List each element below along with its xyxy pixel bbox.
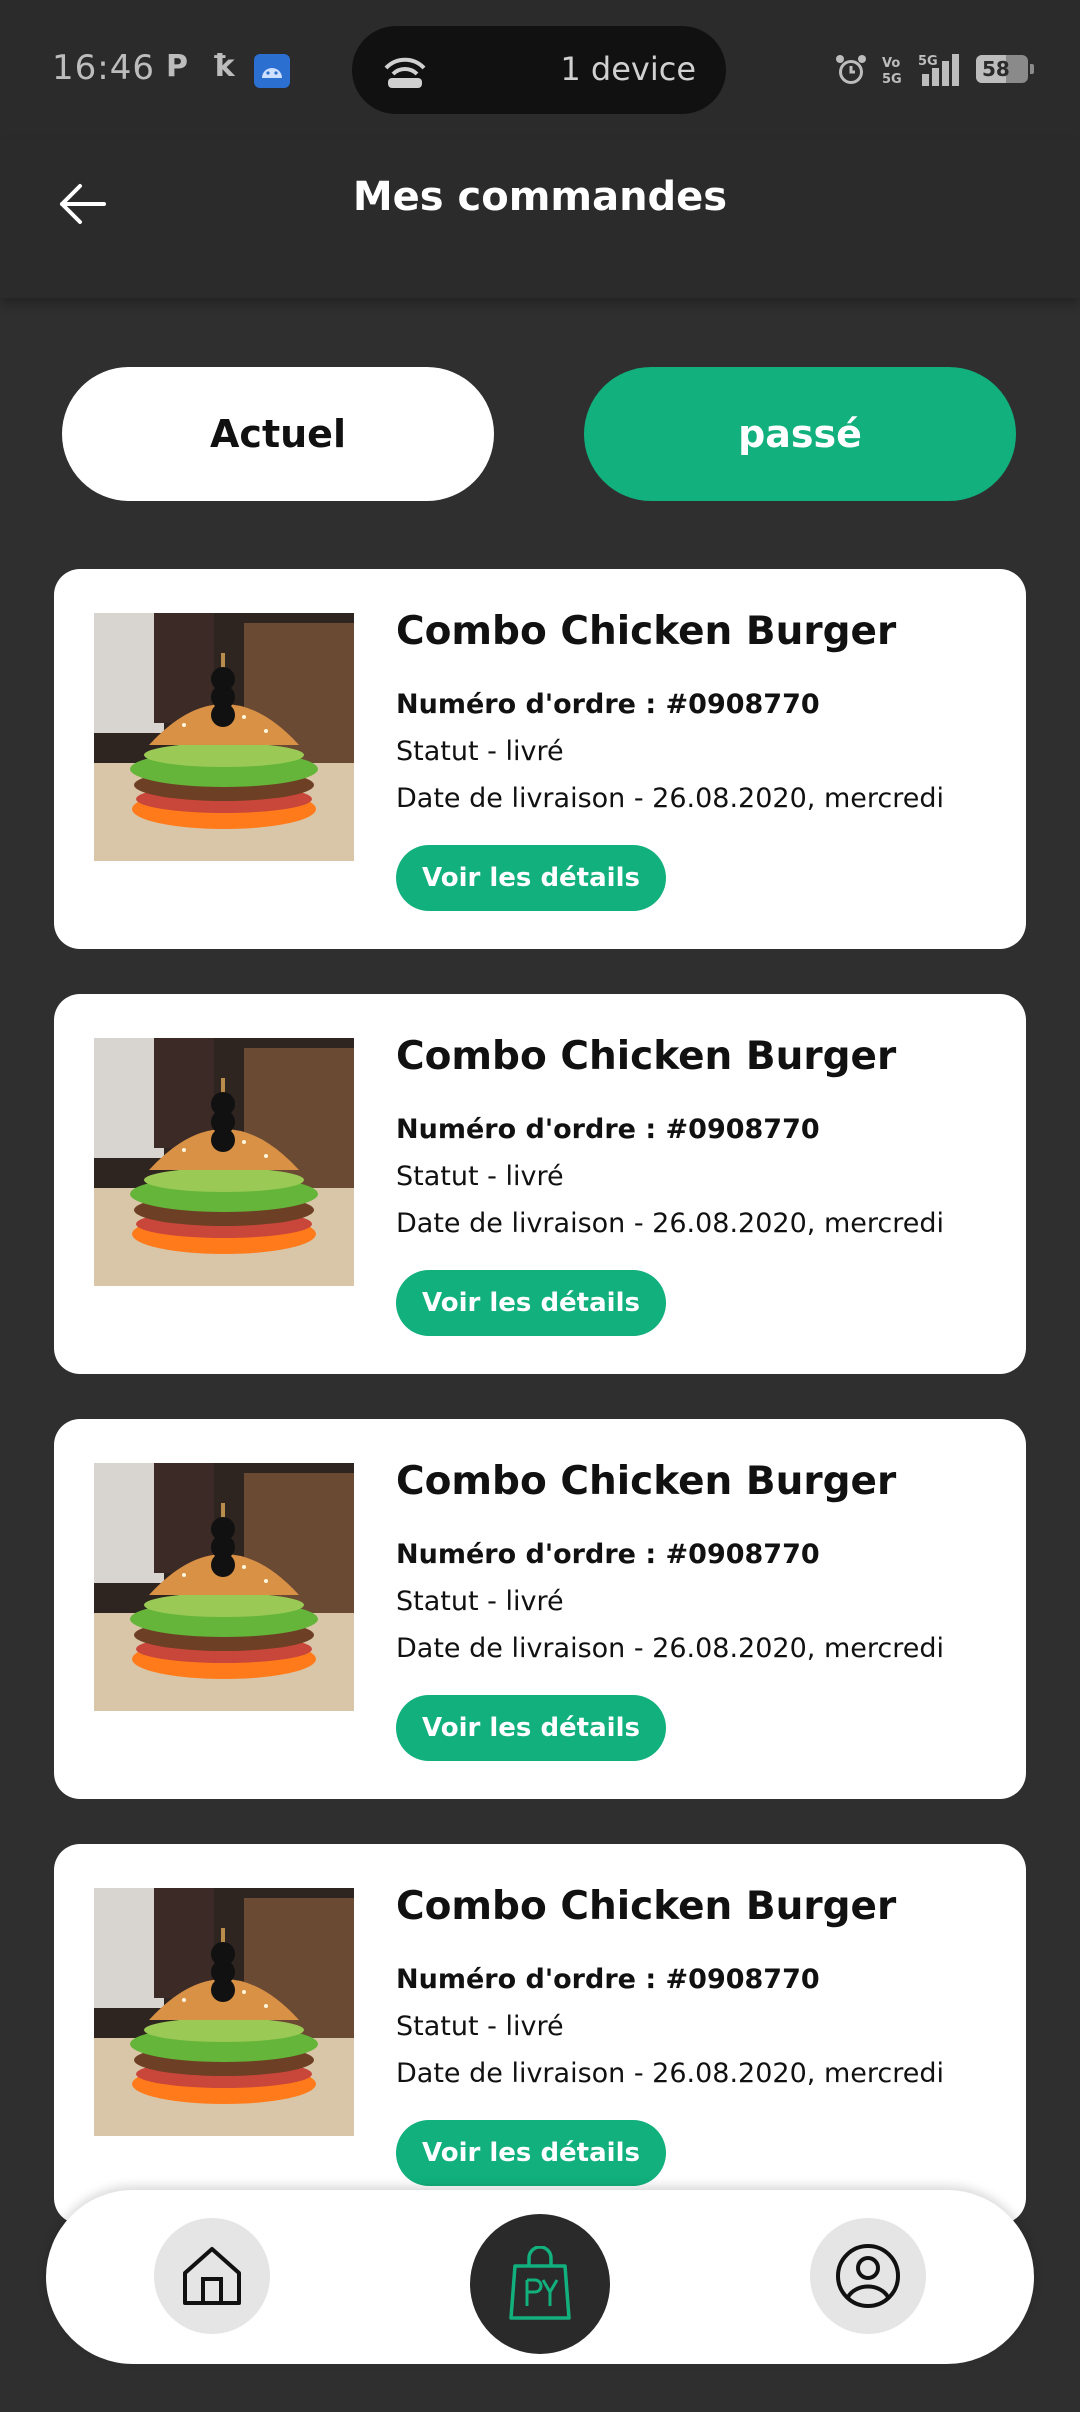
tab-current[interactable]: Actuel	[62, 367, 494, 501]
delivery-date: Date de livraison - 26.08.2020, mercredi	[396, 1208, 944, 1239]
order-card: Combo Chicken Burger Numéro d'ordre : #0…	[54, 994, 1026, 1374]
order-title: Combo Chicken Burger	[396, 1034, 897, 1079]
nav-home-button[interactable]	[154, 2218, 270, 2334]
battery-icon: 58	[976, 55, 1036, 85]
order-title: Combo Chicken Burger	[396, 609, 897, 654]
order-card: Combo Chicken Burger Numéro d'ordre : #0…	[54, 569, 1026, 949]
svg-text:5G: 5G	[918, 54, 938, 69]
order-title: Combo Chicken Burger	[396, 1459, 897, 1504]
order-number: Numéro d'ordre : #0908770	[396, 1114, 820, 1145]
volte-icon: Vo 5G	[882, 56, 902, 87]
battery-level: 58	[982, 57, 1010, 81]
page-title: Mes commandes	[352, 174, 728, 220]
burger-image	[94, 1038, 354, 1286]
burger-image	[94, 613, 354, 861]
p-icon: P	[166, 49, 188, 84]
order-status: Statut - livré	[396, 736, 564, 767]
home-icon	[183, 2247, 241, 2305]
status-bar: 16:46 P ꝁ 1 device Vo 5G 5G 58	[0, 0, 1080, 140]
status-right-icons: Vo 5G 5G 58	[834, 52, 1036, 88]
burger-image	[94, 1463, 354, 1711]
view-details-button[interactable]: Voir les détails	[396, 1270, 666, 1336]
profile-icon	[836, 2244, 900, 2308]
delivery-date: Date de livraison - 26.08.2020, mercredi	[396, 1633, 944, 1664]
order-card: Combo Chicken Burger Numéro d'ordre : #0…	[54, 1419, 1026, 1799]
order-number: Numéro d'ordre : #0908770	[396, 1964, 820, 1995]
svg-text:Vo: Vo	[882, 56, 900, 71]
order-card: Combo Chicken Burger Numéro d'ordre : #0…	[54, 1844, 1026, 2224]
hotspot-icon	[384, 57, 426, 88]
bottom-nav	[46, 2190, 1034, 2364]
device-pill[interactable]: 1 device	[352, 26, 726, 114]
nav-orders-button[interactable]	[470, 2214, 610, 2354]
svg-text:5G: 5G	[882, 72, 902, 87]
order-number: Numéro d'ordre : #0908770	[396, 689, 820, 720]
order-number: Numéro d'ordre : #0908770	[396, 1539, 820, 1570]
view-details-button[interactable]: Voir les détails	[396, 2120, 666, 2186]
android-icon	[254, 54, 290, 88]
tab-past[interactable]: passé	[584, 367, 1016, 501]
status-time: 16:46	[52, 48, 155, 88]
alarm-icon	[836, 55, 866, 84]
delivery-date: Date de livraison - 26.08.2020, mercredi	[396, 783, 944, 814]
order-status: Statut - livré	[396, 2011, 564, 2042]
view-details-button[interactable]: Voir les détails	[396, 1695, 666, 1761]
burger-image	[94, 1888, 354, 2136]
orders-bag-icon	[509, 2246, 571, 2320]
delivery-date: Date de livraison - 26.08.2020, mercredi	[396, 2058, 944, 2089]
order-status: Statut - livré	[396, 1586, 564, 1617]
app-header: Mes commandes	[0, 140, 1080, 298]
order-status: Statut - livré	[396, 1161, 564, 1192]
order-title: Combo Chicken Burger	[396, 1884, 897, 1929]
nav-profile-button[interactable]	[810, 2218, 926, 2334]
signal-5g-icon: 5G	[918, 54, 959, 86]
device-count: 1 device	[560, 50, 696, 88]
k-icon: ꝁ	[214, 49, 235, 84]
view-details-button[interactable]: Voir les détails	[396, 845, 666, 911]
